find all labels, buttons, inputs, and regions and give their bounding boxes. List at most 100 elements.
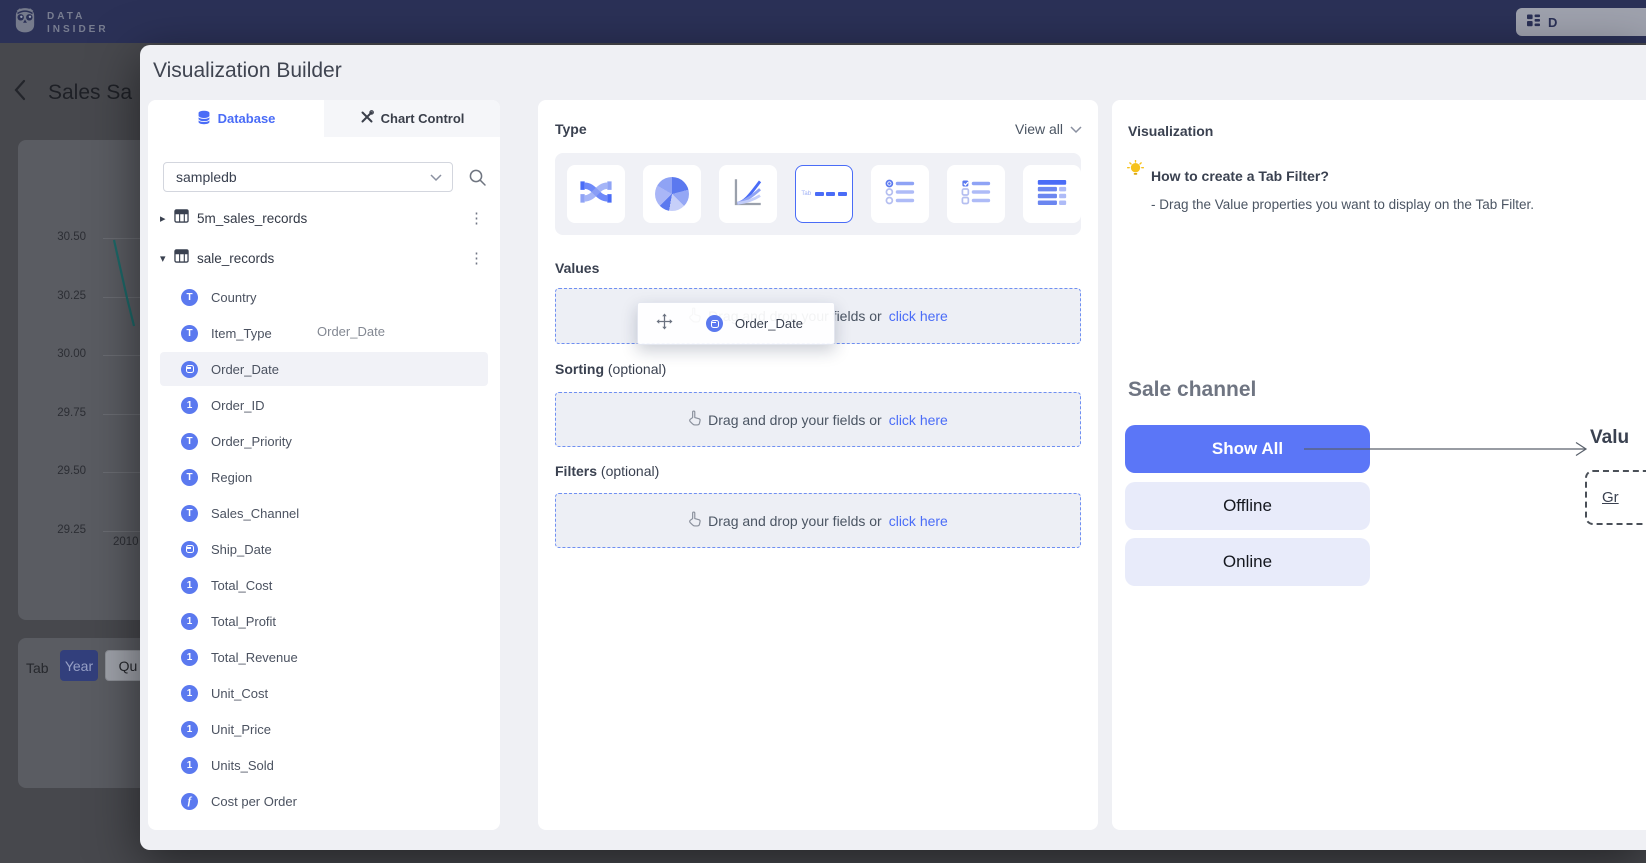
field-item-sales-channel[interactable]: T Sales_Channel (160, 496, 488, 530)
preview-button-online[interactable]: Online (1125, 538, 1370, 586)
datasource-select[interactable]: sampledb (163, 162, 453, 192)
dashboard-icon (1526, 13, 1541, 31)
owl-logo-icon (12, 6, 38, 39)
x-axis-tick: 2010 (113, 536, 139, 548)
field-name: Order_Priority (211, 434, 292, 449)
field-item-unit-price[interactable]: 1 Unit_Price (160, 712, 488, 746)
text-field-icon: T (181, 469, 198, 486)
dashboard-button[interactable]: D (1516, 8, 1646, 36)
field-name: Total_Profit (211, 614, 276, 629)
field-name: Unit_Cost (211, 686, 268, 701)
field-item-cost-per-order[interactable]: f Cost per Order (160, 784, 488, 818)
chevron-down-icon (430, 169, 442, 185)
type-option-line-chart[interactable] (719, 165, 777, 223)
arrow-right-icon (1302, 439, 1594, 464)
field-item-order-id[interactable]: 1 Order_ID (160, 388, 488, 422)
text-field-icon: T (181, 433, 198, 450)
type-option-sankey-chart[interactable] (567, 165, 625, 223)
datasource-value: sampledb (176, 169, 430, 185)
table-row[interactable]: ▸ 5m_sales_records ⋮ (148, 203, 500, 233)
number-field-icon: 1 (181, 721, 198, 738)
hand-pointer-icon (688, 410, 701, 429)
field-item-order-priority[interactable]: T Order_Priority (160, 424, 488, 458)
field-name: Unit_Price (211, 722, 271, 737)
text-field-icon: T (181, 325, 198, 342)
table-grid-icon (174, 249, 189, 268)
annotation-value-label: Valu (1590, 427, 1629, 449)
hand-pointer-icon (688, 511, 701, 530)
field-name: Order_Date (211, 362, 279, 377)
y-axis-tick: 29.75 (28, 407, 86, 419)
type-option-pie-chart[interactable] (643, 165, 701, 223)
page-title: Sales Sa (48, 81, 132, 105)
field-item-units-sold[interactable]: 1 Units_Sold (160, 748, 488, 782)
text-field-icon: T (181, 289, 198, 306)
dropzone-text: Drag and drop your fields or (708, 412, 882, 428)
tab-database[interactable]: Database (148, 100, 324, 137)
date-field-icon (181, 361, 198, 378)
field-item-unit-cost[interactable]: 1 Unit_Cost (160, 676, 488, 710)
date-field-icon (181, 541, 198, 558)
field-item-total-revenue[interactable]: 1 Total_Revenue (160, 640, 488, 674)
pie-chart-icon (655, 177, 689, 211)
tab-chart-control[interactable]: Chart Control (324, 100, 500, 137)
drag-source-ghost-label: Order_Date (317, 324, 385, 339)
left-tabbar: Database Chart Control (148, 100, 500, 137)
visualization-title: Visualization (1128, 123, 1213, 139)
field-name: Units_Sold (211, 758, 274, 773)
dashboard-button-label: D (1548, 15, 1557, 30)
modal-title: Visualization Builder (153, 59, 342, 83)
field-item-country[interactable]: T Country (160, 280, 488, 314)
filters-dropzone[interactable]: Drag and drop your fields or click here (555, 493, 1081, 548)
sorting-dropzone[interactable]: Drag and drop your fields or click here (555, 392, 1081, 447)
top-navbar: DATAINSIDER D (0, 0, 1646, 43)
search-icon[interactable] (468, 168, 488, 188)
date-field-icon (706, 315, 723, 332)
y-axis-tick: 29.25 (28, 524, 86, 536)
field-name: Total_Cost (211, 578, 272, 593)
type-option-checkbox-list[interactable] (947, 165, 1005, 223)
dropzone-click-here-link[interactable]: click here (889, 412, 948, 428)
sorting-section-label: Sorting (optional) (555, 361, 666, 377)
field-item-ship-date[interactable]: Ship_Date (160, 532, 488, 566)
table-row[interactable]: ▾ sale_records ⋮ (148, 243, 500, 273)
visualization-builder-modal: Visualization Builder Database (140, 45, 1646, 850)
period-tab-year[interactable]: Year (60, 650, 98, 681)
chart-config-panel: Type View all Tab (538, 100, 1098, 830)
checkbox-list-icon (959, 175, 993, 214)
type-option-radio-list[interactable] (871, 165, 929, 223)
table-name: 5m_sales_records (197, 211, 469, 226)
annotation-group-link[interactable]: Gr (1602, 489, 1619, 506)
chevron-down-icon (1070, 121, 1082, 137)
type-option-tab-filter[interactable]: Tab (795, 165, 853, 223)
kebab-menu-icon[interactable]: ⋮ (469, 249, 484, 267)
preview-chart-title: Sale channel (1128, 378, 1256, 402)
tab-chart-control-label: Chart Control (381, 111, 465, 126)
y-axis-tick: 29.50 (28, 465, 86, 477)
table-name: sale_records (197, 251, 469, 266)
dropzone-click-here-link[interactable]: click here (889, 308, 948, 324)
bulb-icon (1127, 160, 1144, 182)
tab-database-label: Database (218, 111, 276, 126)
back-icon[interactable] (10, 78, 32, 107)
number-field-icon: 1 (181, 757, 198, 774)
field-item-region[interactable]: T Region (160, 460, 488, 494)
field-name: Ship_Date (211, 542, 272, 557)
function-field-icon: f (181, 793, 198, 810)
preview-button-offline[interactable]: Offline (1125, 482, 1370, 530)
caret-right-icon[interactable]: ▸ (160, 212, 174, 225)
type-option-table-chart[interactable] (1023, 165, 1081, 223)
kebab-menu-icon[interactable]: ⋮ (469, 209, 484, 227)
field-item-total-cost[interactable]: 1 Total_Cost (160, 568, 488, 602)
text-field-icon: T (181, 505, 198, 522)
number-field-icon: 1 (181, 649, 198, 666)
view-all-button[interactable]: View all (1015, 121, 1082, 137)
screen: DATAINSIDER D Sales Sa 30.5030.2530.0029… (0, 0, 1646, 863)
move-icon (656, 313, 673, 335)
field-name: Region (211, 470, 252, 485)
table-chart-icon (1035, 175, 1069, 214)
field-item-total-profit[interactable]: 1 Total_Profit (160, 604, 488, 638)
dropzone-click-here-link[interactable]: click here (889, 513, 948, 529)
field-item-order-date[interactable]: Order_Date (160, 352, 488, 386)
caret-down-icon[interactable]: ▾ (160, 252, 174, 265)
